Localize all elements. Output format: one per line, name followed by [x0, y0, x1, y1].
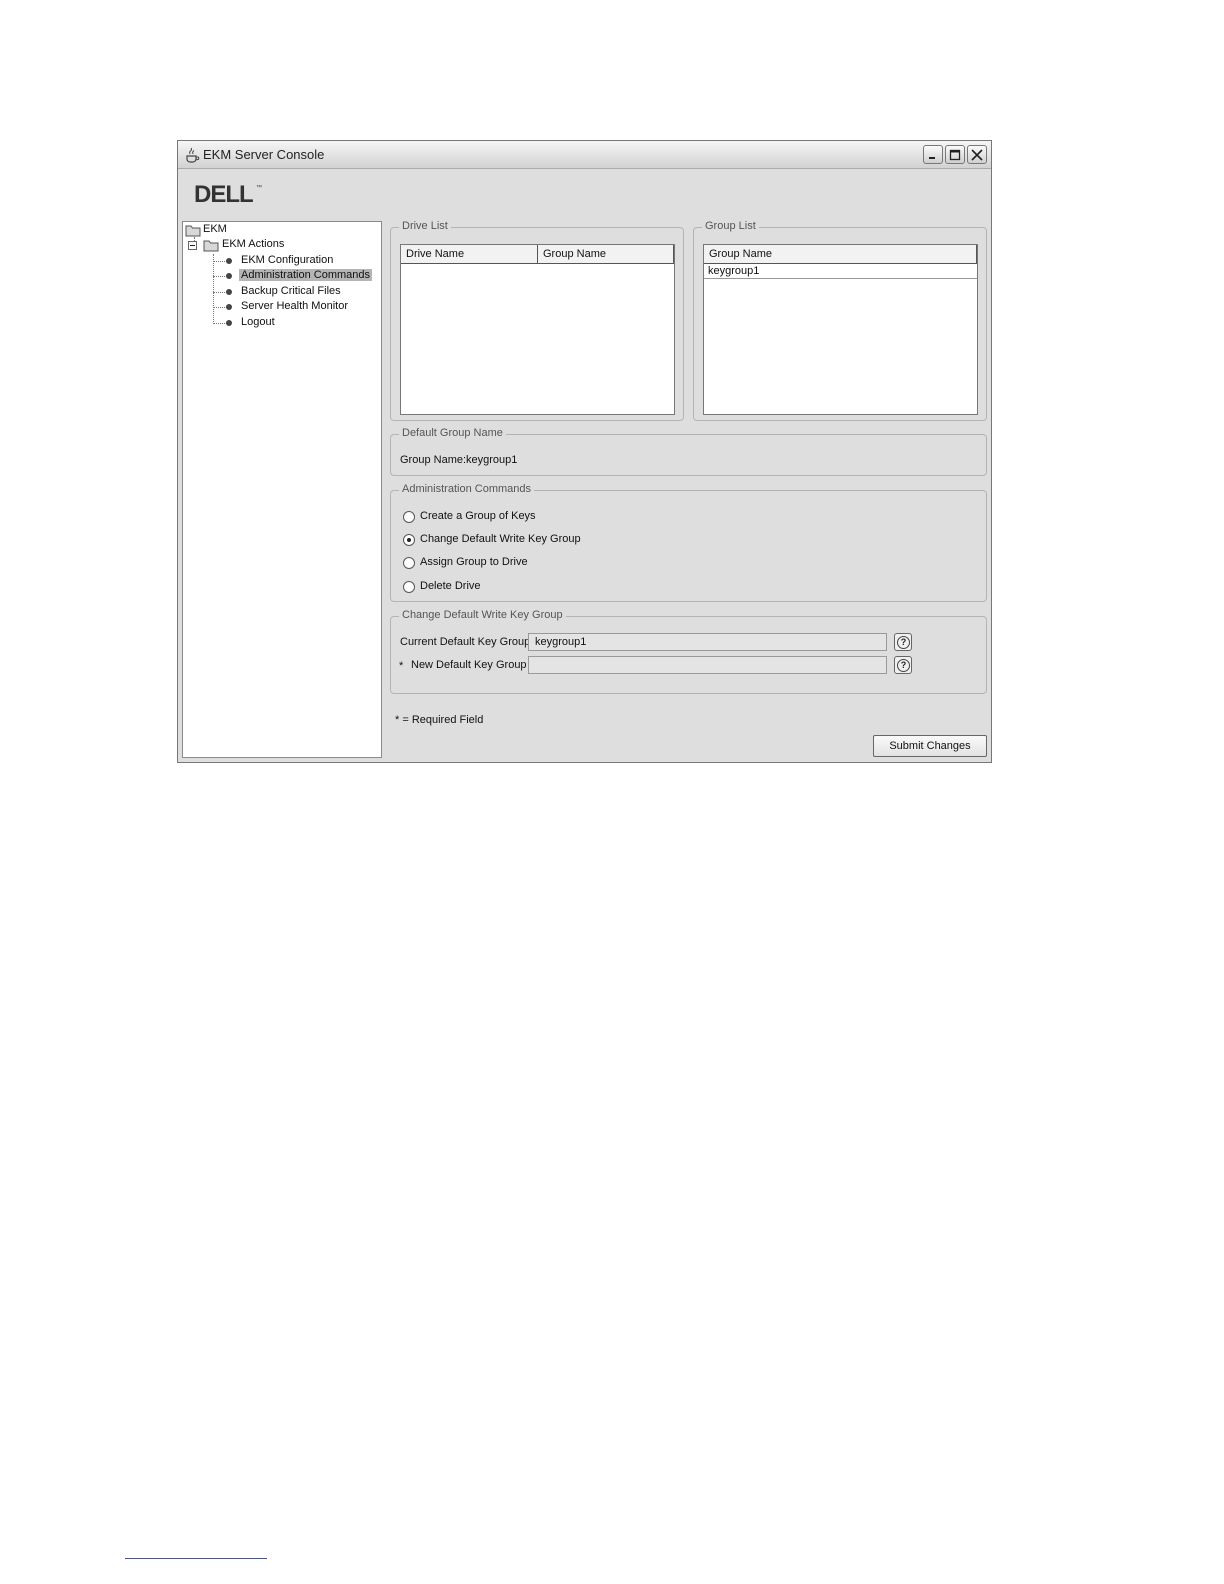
radio-change-default-write-key-group[interactable] [403, 534, 415, 546]
close-button[interactable] [967, 145, 987, 164]
submit-changes-button[interactable]: Submit Changes [873, 735, 987, 757]
default-group-legend: Default Group Name [399, 427, 506, 439]
tree-item-administration-commands[interactable]: Administration Commands [239, 269, 372, 281]
option-create-group-label[interactable]: Create a Group of Keys [420, 510, 536, 522]
drive-list-table[interactable]: Drive Name Group Name [400, 244, 675, 415]
maximize-icon [949, 149, 961, 161]
folder-open-icon [203, 240, 219, 252]
title-bar: EKM Server Console [178, 141, 991, 169]
minimize-button[interactable] [923, 145, 943, 164]
column-header-drive-name[interactable]: Drive Name [401, 245, 538, 263]
option-assign-group-label[interactable]: Assign Group to Drive [420, 556, 528, 568]
administration-commands-legend: Administration Commands [399, 483, 534, 495]
minimize-icon [929, 157, 935, 159]
administration-commands-panel: Administration Commands Create a Group o… [390, 483, 987, 602]
radio-delete-drive[interactable] [403, 581, 415, 593]
close-icon [971, 149, 983, 161]
new-default-key-group-label: New Default Key Group [411, 659, 527, 671]
java-cup-icon [186, 147, 200, 163]
group-list-panel: Group List Group Name keygroup1 [693, 220, 987, 421]
group-list-header: Group Name [704, 245, 977, 264]
tree-item-ekm-configuration[interactable]: EKM Configuration [241, 254, 333, 266]
change-default-write-key-group-panel: Change Default Write Key Group Current D… [390, 609, 987, 694]
footnote-divider [125, 1558, 267, 1559]
drive-list-panel: Drive List Drive Name Group Name [390, 220, 684, 421]
tree-item-server-health-monitor[interactable]: Server Health Monitor [241, 300, 348, 312]
group-list-legend: Group List [702, 220, 759, 232]
change-default-legend: Change Default Write Key Group [399, 609, 566, 621]
bullet-icon [226, 304, 232, 310]
default-group-panel: Default Group Name Group Name: keygroup1 [390, 427, 987, 476]
radio-create-group[interactable] [403, 511, 415, 523]
help-icon: ? [897, 636, 910, 649]
window-title: EKM Server Console [203, 147, 325, 162]
required-asterisk: * [399, 660, 404, 672]
current-default-key-group-label: Current Default Key Group: [400, 636, 534, 648]
bullet-icon [226, 258, 232, 264]
tree-item-backup-critical-files[interactable]: Backup Critical Files [241, 285, 341, 297]
option-delete-drive-label[interactable]: Delete Drive [420, 580, 481, 592]
group-list-table[interactable]: Group Name keygroup1 [703, 244, 978, 415]
help-button-new[interactable]: ? [894, 656, 912, 674]
option-change-default-label[interactable]: Change Default Write Key Group [420, 533, 581, 545]
drive-list-legend: Drive List [399, 220, 451, 232]
dell-logo: DELL ™ [194, 181, 268, 208]
folder-icon [185, 225, 201, 237]
table-row[interactable]: keygroup1 [704, 264, 977, 279]
help-icon: ? [897, 659, 910, 672]
tree-group-ekm-actions[interactable]: EKM Actions [222, 238, 284, 250]
navigation-tree: EKM EKM Actions EKM Configuration Admini… [182, 221, 382, 758]
dell-logo-text: DELL [194, 181, 253, 205]
default-group-label: Group Name: [400, 454, 467, 466]
ekm-server-console-window: EKM Server Console DELL ™ EKM EKM Action… [177, 140, 992, 763]
column-header-group-name[interactable]: Group Name [704, 245, 977, 263]
drive-list-header: Drive Name Group Name [401, 245, 674, 264]
tree-root-ekm[interactable]: EKM [203, 223, 227, 235]
required-field-note: * = Required Field [395, 714, 484, 726]
collapse-icon[interactable] [188, 241, 197, 250]
bullet-icon [226, 289, 232, 295]
bullet-icon [226, 320, 232, 326]
current-default-key-group-field: keygroup1 [528, 633, 887, 651]
column-header-group-name[interactable]: Group Name [538, 245, 674, 263]
default-group-value: keygroup1 [466, 454, 518, 466]
tree-item-logout[interactable]: Logout [241, 316, 275, 328]
radio-selected-dot [407, 538, 411, 542]
help-button-current[interactable]: ? [894, 633, 912, 651]
svg-text:™: ™ [256, 184, 262, 191]
maximize-button[interactable] [945, 145, 965, 164]
bullet-icon [226, 273, 232, 279]
radio-assign-group-to-drive[interactable] [403, 557, 415, 569]
new-default-key-group-input[interactable] [528, 656, 887, 674]
